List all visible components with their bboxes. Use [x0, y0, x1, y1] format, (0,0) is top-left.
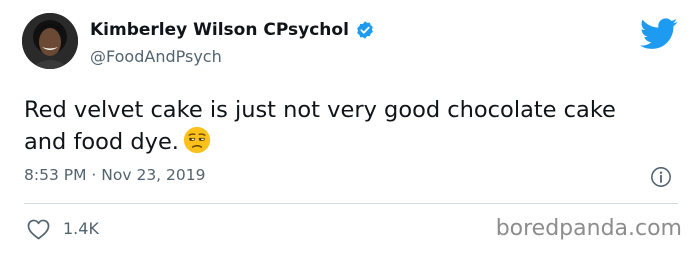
tweet-text-body: Red velvet cake is just not very good ch…	[24, 97, 616, 155]
watermark: boredpanda.com	[495, 216, 682, 241]
author-display-name[interactable]: Kimberley Wilson CPsychol	[90, 20, 349, 40]
verified-badge-icon	[357, 21, 373, 39]
tweet-timestamp[interactable]: 8:53 PM · Nov 23, 2019	[24, 166, 205, 184]
avatar-photo	[22, 13, 78, 69]
heart-icon[interactable]	[27, 219, 50, 240]
author-name-row: Kimberley Wilson CPsychol	[90, 20, 375, 40]
unamused-face-emoji-icon	[183, 126, 211, 154]
tweet-time: 8:53 PM	[24, 166, 87, 184]
twitter-bird-icon[interactable]	[640, 18, 678, 50]
timestamp-separator: ·	[91, 166, 97, 184]
like-count[interactable]: 1.4K	[63, 219, 99, 238]
tweet-date: Nov 23, 2019	[101, 166, 206, 184]
tweet-text: Red velvet cake is just not very good ch…	[24, 94, 664, 158]
divider	[24, 203, 678, 204]
info-icon[interactable]	[650, 166, 672, 188]
author-handle[interactable]: @FoodAndPsych	[90, 47, 222, 66]
avatar[interactable]	[22, 13, 78, 69]
